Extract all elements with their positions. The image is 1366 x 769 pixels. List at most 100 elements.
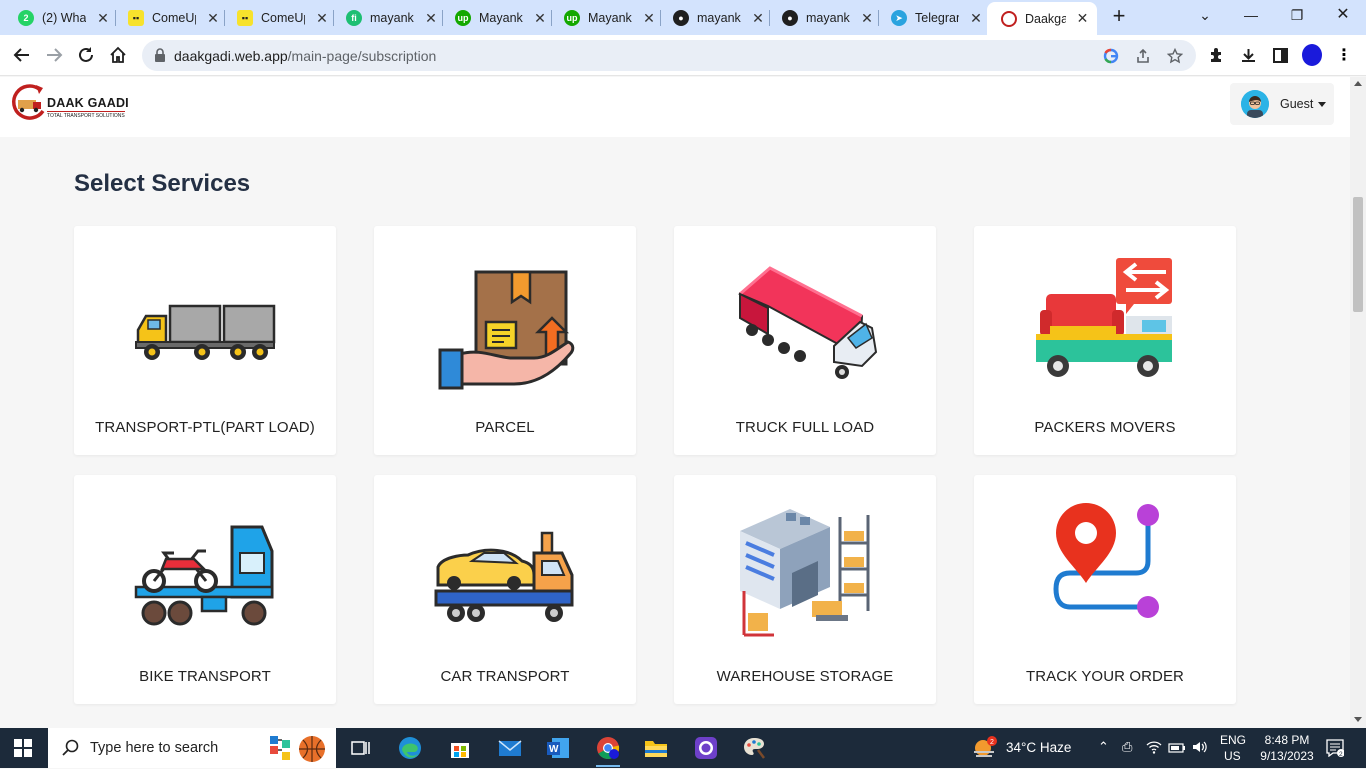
task-view-icon[interactable] xyxy=(346,734,374,762)
profile-avatar-icon[interactable] xyxy=(1302,44,1322,66)
mail-icon[interactable] xyxy=(496,734,524,762)
page-scrollbar[interactable] xyxy=(1350,77,1366,728)
service-card-full-load[interactable]: TRUCK FULL LOAD xyxy=(674,226,936,455)
comeup-icon: ▪▪ xyxy=(237,10,253,26)
service-card-ptl[interactable]: TRANSPORT-PTL(PART LOAD) xyxy=(74,226,336,455)
close-window-button[interactable]: ✕ xyxy=(1332,4,1354,28)
container-truck-icon xyxy=(738,266,878,379)
site-header: DAAK GAADI TOTAL TRANSPORT SOLUTIONS Gue… xyxy=(0,77,1350,137)
tab-telegram[interactable]: ➤ Telegran ✕ xyxy=(877,4,991,32)
svg-text:2: 2 xyxy=(990,739,994,746)
device-icon[interactable]: ⎙ xyxy=(1122,739,1132,755)
tab-github-2[interactable]: ● mayankl ✕ xyxy=(768,4,882,32)
telegram-icon: ➤ xyxy=(891,10,907,26)
tab-search-chevron-icon[interactable]: ⌄ xyxy=(1194,4,1216,28)
service-label: PACKERS MOVERS xyxy=(1034,419,1176,436)
battery-icon[interactable] xyxy=(1168,741,1186,759)
tab-daakgadi-active[interactable]: Daakgac ✕ xyxy=(987,2,1097,35)
service-card-car-transport[interactable]: CAR TRANSPORT xyxy=(374,475,636,704)
close-icon[interactable]: ✕ xyxy=(751,10,765,27)
tab-label: Mayank xyxy=(588,11,632,25)
edge-icon[interactable] xyxy=(396,734,424,762)
tab-label: ComeUp xyxy=(152,11,196,25)
downloads-icon[interactable] xyxy=(1238,45,1258,65)
tab-upwork-1[interactable]: up Mayank ✕ xyxy=(441,4,555,32)
clock-date[interactable]: 9/13/2023 xyxy=(1254,749,1320,763)
close-icon[interactable]: ✕ xyxy=(315,10,329,27)
weather-text[interactable]: 34°C Haze xyxy=(1006,740,1071,755)
share-icon[interactable] xyxy=(1134,47,1152,65)
side-panel-icon[interactable] xyxy=(1270,45,1290,65)
extensions-icon[interactable] xyxy=(1206,45,1226,65)
volume-icon[interactable] xyxy=(1192,740,1208,759)
close-icon[interactable]: ✕ xyxy=(424,10,438,27)
forward-button[interactable] xyxy=(42,43,66,67)
whatsapp-icon: 2 xyxy=(18,10,34,26)
bookmark-star-icon[interactable] xyxy=(1166,47,1184,65)
back-button[interactable] xyxy=(10,43,34,67)
service-card-parcel[interactable]: PARCEL xyxy=(374,226,636,455)
chevron-up-icon[interactable]: ⌃ xyxy=(1098,739,1109,755)
github-icon: ● xyxy=(782,10,798,26)
user-menu-button[interactable]: Guest xyxy=(1230,83,1334,125)
service-card-bike-transport[interactable]: BIKE TRANSPORT xyxy=(74,475,336,704)
service-card-warehouse[interactable]: WAREHOUSE STORAGE xyxy=(674,475,936,704)
tab-comeup-1[interactable]: ▪▪ ComeUp ✕ xyxy=(114,4,228,32)
service-card-packers-movers[interactable]: PACKERS MOVERS xyxy=(974,226,1236,455)
svg-text:2: 2 xyxy=(1339,751,1343,757)
scroll-up-icon[interactable] xyxy=(1354,81,1362,86)
tab-upwork-2[interactable]: up Mayank ✕ xyxy=(550,4,664,32)
close-icon[interactable]: ✕ xyxy=(206,10,220,27)
minimize-button[interactable]: — xyxy=(1240,4,1262,28)
search-highlight-icon[interactable] xyxy=(268,732,328,764)
search-icon xyxy=(62,739,79,756)
close-icon[interactable]: ✕ xyxy=(96,10,110,27)
language-indicator[interactable]: ENG xyxy=(1220,733,1246,747)
notification-center-icon[interactable]: 2 xyxy=(1326,739,1345,762)
tab-comeup-2[interactable]: ▪▪ ComeUp ✕ xyxy=(223,4,337,32)
browser-tab-strip: 2 (2) What ✕ ▪▪ ComeUp ✕ ▪▪ ComeUp ✕ fi … xyxy=(0,0,1366,35)
browser-toolbar: daakgadi.web.app/main-page/subscription … xyxy=(0,35,1366,76)
route-pin-icon xyxy=(1053,503,1159,618)
reload-button[interactable] xyxy=(74,43,98,67)
chrome-icon[interactable] xyxy=(594,734,622,767)
service-label: TRACK YOUR ORDER xyxy=(1025,668,1184,685)
taskbar-search-box[interactable]: Type here to search xyxy=(48,728,336,768)
weather-icon[interactable]: 2 xyxy=(972,736,998,760)
home-button[interactable] xyxy=(106,43,130,67)
scrollbar-thumb[interactable] xyxy=(1353,197,1363,312)
region-indicator[interactable]: US xyxy=(1224,749,1241,763)
new-tab-button[interactable]: + xyxy=(1108,5,1130,28)
address-bar[interactable]: daakgadi.web.app/main-page/subscription xyxy=(142,40,1196,71)
github-icon: ● xyxy=(673,10,689,26)
clock-time[interactable]: 8:48 PM xyxy=(1260,733,1314,747)
file-explorer-icon[interactable] xyxy=(642,734,670,762)
maximize-button[interactable]: ❐ xyxy=(1286,4,1308,28)
close-icon[interactable]: ✕ xyxy=(1076,10,1089,27)
microsoft-store-icon[interactable] xyxy=(446,734,474,762)
lock-icon[interactable] xyxy=(154,48,166,67)
tab-github-1[interactable]: ● mayankl ✕ xyxy=(659,4,773,32)
close-icon[interactable]: ✕ xyxy=(969,10,983,27)
avatar xyxy=(1241,90,1269,118)
tab-whatsapp[interactable]: 2 (2) What ✕ xyxy=(4,4,118,32)
site-logo[interactable]: DAAK GAADI TOTAL TRANSPORT SOLUTIONS xyxy=(9,83,135,125)
moving-truck-sofa-icon xyxy=(1036,258,1172,377)
close-icon[interactable]: ✕ xyxy=(533,10,547,27)
windows-start-icon[interactable] xyxy=(14,739,32,757)
service-card-track-order[interactable]: TRACK YOUR ORDER xyxy=(974,475,1236,704)
close-icon[interactable]: ✕ xyxy=(642,10,656,27)
close-icon[interactable]: ✕ xyxy=(860,10,874,27)
google-lens-icon[interactable] xyxy=(1102,47,1120,65)
tab-label: ComeUp xyxy=(261,11,305,25)
paint-icon[interactable] xyxy=(740,734,768,762)
tab-label: Telegran xyxy=(915,11,959,25)
github-desktop-icon[interactable] xyxy=(692,734,720,762)
word-icon[interactable]: W xyxy=(544,734,572,762)
wifi-icon[interactable] xyxy=(1146,740,1162,759)
tab-label: mayankl xyxy=(697,11,741,25)
browser-menu-icon[interactable]: ⋮ xyxy=(1334,45,1354,65)
tab-fiverr[interactable]: fi mayank ✕ xyxy=(332,4,446,32)
scroll-down-icon[interactable] xyxy=(1354,717,1362,722)
tab-label: (2) What xyxy=(42,11,86,25)
